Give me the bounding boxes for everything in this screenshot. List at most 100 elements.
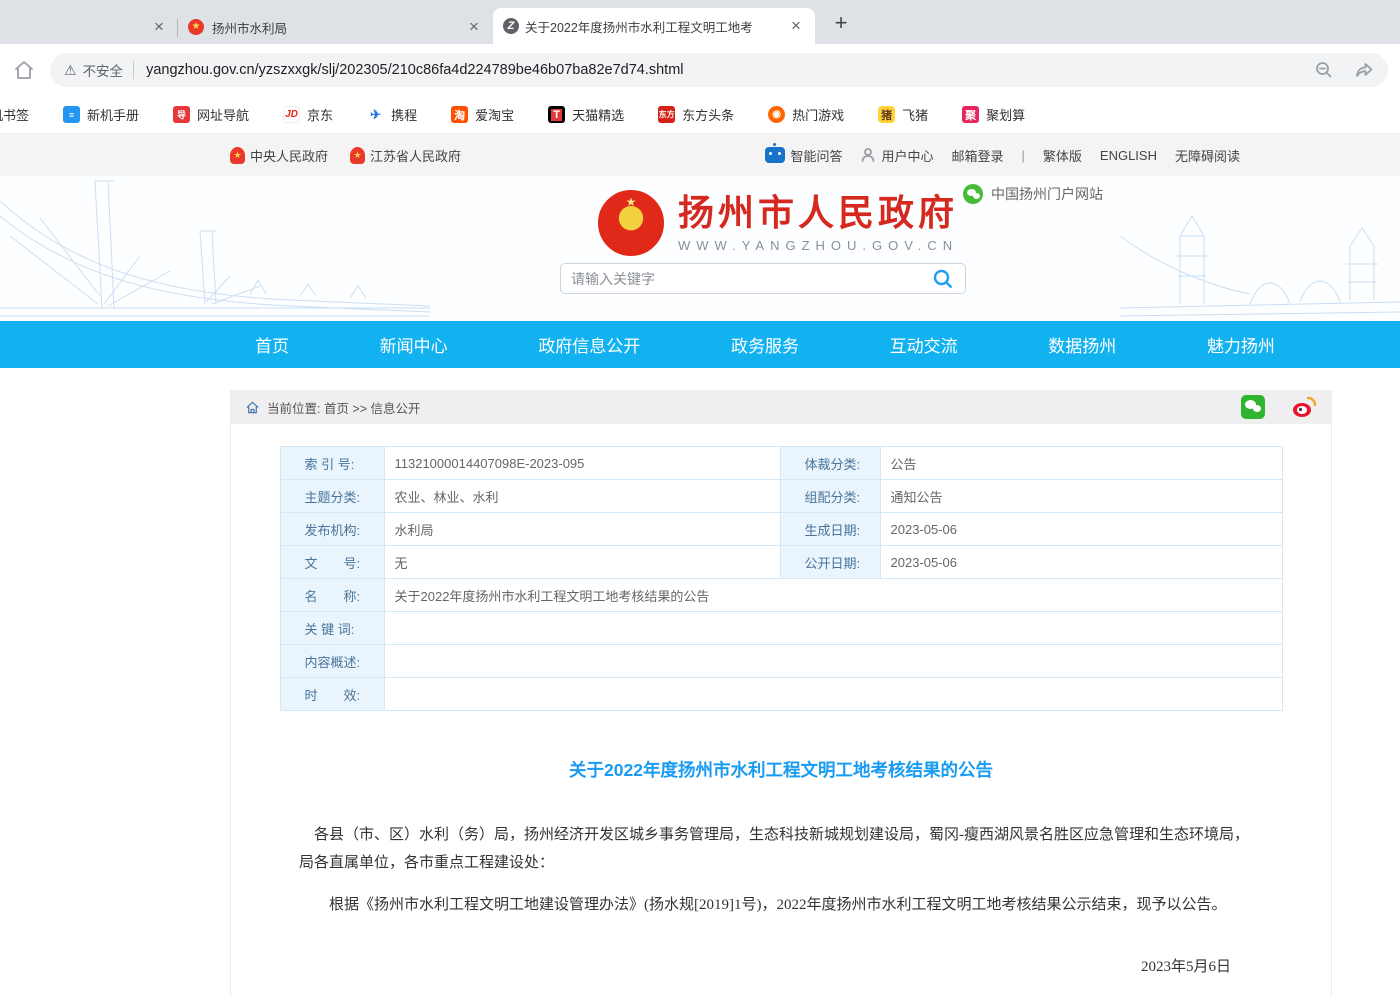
nav-news[interactable]: 新闻中心 <box>380 332 448 357</box>
robot-icon <box>765 147 785 163</box>
article-body: 关于2022年度扬州市水利工程文明工地考核结果的公告 各县（市、区）水利（务）局… <box>231 757 1331 997</box>
bookmark-url-nav[interactable]: 导 网址导航 <box>173 105 249 124</box>
tab-close-icon[interactable]: × <box>150 18 168 36</box>
bookmark-juhuasuan[interactable]: 聚 聚划算 <box>962 105 1025 124</box>
meta-label: 发布机构: <box>280 513 384 546</box>
meta-label: 文 号: <box>280 546 384 579</box>
tab-close-icon[interactable]: × <box>465 18 483 36</box>
meta-label: 名 称: <box>280 579 384 612</box>
meta-label: 索 引 号: <box>280 447 384 480</box>
url-text[interactable]: yangzhou.gov.cn/yzszxxgk/slj/202305/210c… <box>146 62 1302 78</box>
manual-icon: ≡ <box>63 106 80 123</box>
nav-interaction[interactable]: 互动交流 <box>890 332 958 357</box>
smart-qa-link[interactable]: 智能问答 <box>765 146 842 165</box>
tab-title: 关于2022年度扬州市水利工程文明工地考 <box>525 17 781 36</box>
eastday-icon: 东方 <box>658 106 675 123</box>
url-nav-icon: 导 <box>173 106 190 123</box>
bookmark-ctrip[interactable]: ✈ 携程 <box>367 105 417 124</box>
nav-charm-yangzhou[interactable]: 魅力扬州 <box>1207 332 1275 357</box>
meta-label: 时 效: <box>280 678 384 711</box>
url-separator <box>133 61 134 79</box>
bookmark-new-phone-manual[interactable]: ≡ 新机手册 <box>63 105 139 124</box>
bookmark-label: 爱淘宝 <box>475 105 514 124</box>
bookmark-hot-games[interactable]: ◉ 热门游戏 <box>768 105 844 124</box>
portal-label: 中国扬州门户网站 <box>991 184 1103 204</box>
bookmark-phone-bookmarks[interactable]: 机书签 <box>0 105 29 124</box>
link-jiangsu-gov[interactable]: ★ 江苏省人民政府 <box>350 146 461 165</box>
meta-value <box>384 645 1282 678</box>
meta-value: 农业、林业、水利 <box>384 480 780 513</box>
bookmark-label: 京东 <box>307 105 333 124</box>
portal-link[interactable]: 中国扬州门户网站 <box>963 184 1103 204</box>
gov-emblem-favicon: ★ <box>188 19 204 35</box>
site-url-text: WWW.YANGZHOU.GOV.CN <box>678 238 958 253</box>
bookmark-label: 飞猪 <box>902 105 928 124</box>
bookmark-tmall[interactable]: T 天猫精选 <box>548 105 624 124</box>
search-box <box>560 263 966 294</box>
meta-label: 体裁分类: <box>780 447 880 480</box>
nav-data-yangzhou[interactable]: 数据扬州 <box>1048 332 1116 357</box>
document-meta-table: 索 引 号: 11321000014407098E-2023-095 体裁分类:… <box>280 446 1283 711</box>
site-name: 扬州市人民政府 <box>678 193 958 234</box>
address-bar: ⚠ 不安全 yangzhou.gov.cn/yzszxxgk/slj/20230… <box>0 44 1400 96</box>
table-row: 时 效: <box>280 678 1282 711</box>
bookmark-label: 网址导航 <box>197 105 249 124</box>
gov-emblem-icon: ★ <box>230 147 245 164</box>
traditional-link[interactable]: 繁体版 <box>1043 146 1082 165</box>
tab-2[interactable]: ★ 扬州市水利局 × <box>178 10 493 44</box>
bookmark-jd[interactable]: JD 京东 <box>283 105 333 124</box>
zoom-out-icon[interactable] <box>1314 60 1334 80</box>
fliggy-icon: 猪 <box>878 106 895 123</box>
bookmarks-bar: 机书签 ≡ 新机手册 导 网址导航 JD 京东 ✈ 携程 淘 爱淘宝 T 天猫精… <box>0 96 1400 134</box>
bookmark-label: 东方头条 <box>682 105 734 124</box>
home-icon[interactable] <box>12 58 36 82</box>
breadcrumb-home-icon[interactable] <box>245 400 260 415</box>
article-paragraph: 各县（市、区）水利（务）局，扬州经济开发区城乡事务管理局，生态科技新城规划建设局… <box>299 822 1263 878</box>
nav-services[interactable]: 政务服务 <box>731 332 799 357</box>
bookmark-eastday[interactable]: 东方 东方头条 <box>658 105 734 124</box>
nav-home[interactable]: 首页 <box>255 332 289 357</box>
search-input[interactable] <box>571 271 931 287</box>
weibo-share-icon[interactable] <box>1291 395 1317 419</box>
bookmark-label: 机书签 <box>0 105 29 124</box>
tab-close-icon[interactable]: × <box>787 17 805 35</box>
bookmark-aitaobao[interactable]: 淘 爱淘宝 <box>451 105 514 124</box>
nav-info-disclosure[interactable]: 政府信息公开 <box>538 332 640 357</box>
english-link[interactable]: ENGLISH <box>1100 148 1157 163</box>
meta-label: 组配分类: <box>780 480 880 513</box>
mail-login-link[interactable]: 邮箱登录 <box>951 146 1003 165</box>
meta-label: 生成日期: <box>780 513 880 546</box>
bookmark-label: 聚划算 <box>986 105 1025 124</box>
tmall-icon: T <box>548 106 565 123</box>
link-label: 中央人民政府 <box>250 146 328 165</box>
site-banner: 扬州市人民政府 WWW.YANGZHOU.GOV.CN 中国扬州门户网站 <box>0 176 1400 321</box>
new-tab-button[interactable]: + <box>827 10 855 38</box>
tab-title: 扬州市水利局 <box>212 18 457 37</box>
wechat-share-icon[interactable] <box>1241 395 1265 419</box>
tab-1[interactable]: × <box>0 10 178 44</box>
tab-3-active[interactable]: Z 关于2022年度扬州市水利工程文明工地考 × <box>493 8 815 44</box>
breadcrumb: 当前位置: 首页 >> 信息公开 <box>231 390 1331 424</box>
table-row: 索 引 号: 11321000014407098E-2023-095 体裁分类:… <box>280 447 1282 480</box>
meta-value <box>384 678 1282 711</box>
user-center-link[interactable]: 用户中心 <box>860 146 933 165</box>
bookmark-label: 携程 <box>391 105 417 124</box>
accessibility-link[interactable]: 无障碍阅读 <box>1175 146 1240 165</box>
table-row: 内容概述: <box>280 645 1282 678</box>
juhuasuan-icon: 聚 <box>962 106 979 123</box>
site-favicon: Z <box>503 18 519 34</box>
jd-icon: JD <box>283 106 300 123</box>
table-row: 关 键 词: <box>280 612 1282 645</box>
link-central-gov[interactable]: ★ 中央人民政府 <box>230 146 328 165</box>
taobao-icon: 淘 <box>451 106 468 123</box>
bookmark-label: 天猫精选 <box>572 105 624 124</box>
meta-value: 水利局 <box>384 513 780 546</box>
link-label: 用户中心 <box>881 146 933 165</box>
url-field[interactable]: ⚠ 不安全 yangzhou.gov.cn/yzszxxgk/slj/20230… <box>50 53 1388 87</box>
search-icon[interactable] <box>931 267 955 291</box>
bookmark-fliggy[interactable]: 猪 飞猪 <box>878 105 928 124</box>
breadcrumb-text[interactable]: 当前位置: 首页 >> 信息公开 <box>267 398 421 417</box>
share-icon[interactable] <box>1354 60 1374 80</box>
meta-label: 关 键 词: <box>280 612 384 645</box>
insecure-warning-icon[interactable]: ⚠ <box>64 62 77 79</box>
